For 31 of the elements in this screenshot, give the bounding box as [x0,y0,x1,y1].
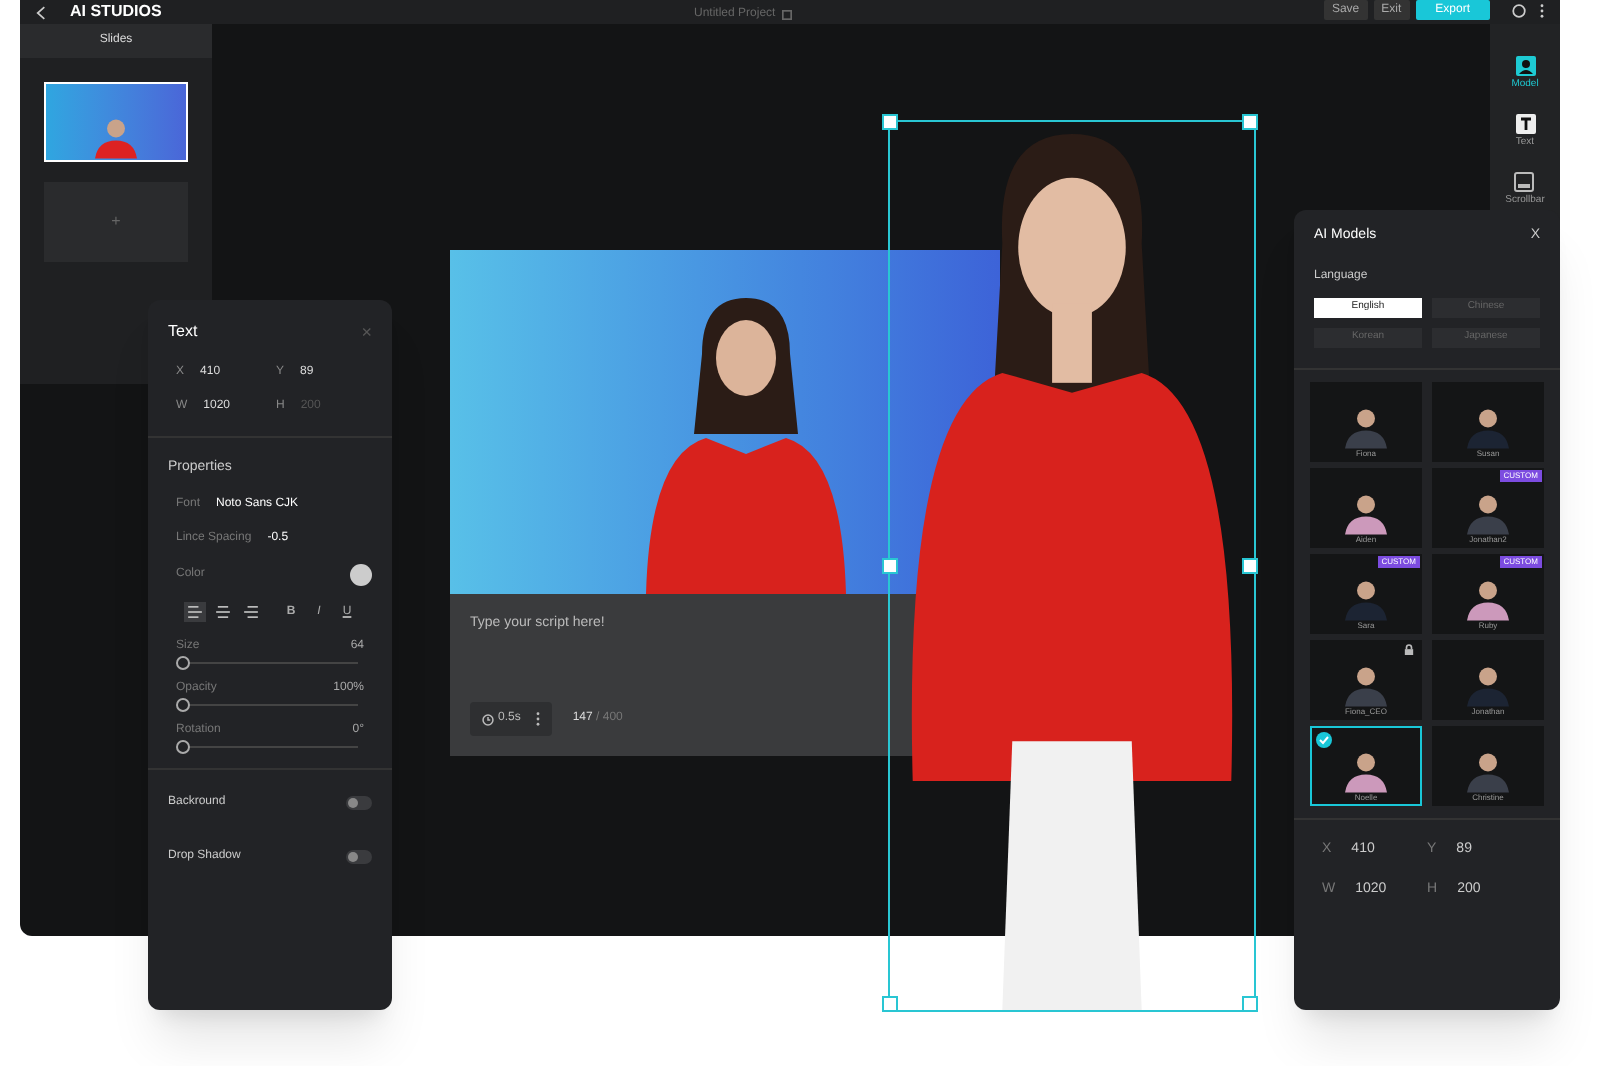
text-icon [1515,114,1535,134]
check-icon [1316,731,1332,747]
slider-thumb[interactable] [176,655,190,669]
resize-handle[interactable] [882,114,898,130]
align-button[interactable] [240,601,262,621]
align-icon [188,605,202,617]
toggle-switch[interactable] [346,849,372,863]
align-button[interactable] [212,601,234,621]
panel-title: Text [168,320,198,344]
logo: AI STUDIOS [70,4,162,20]
align-button[interactable] [184,601,206,621]
toggle-switch[interactable] [346,795,372,809]
clock-icon [482,713,494,725]
color-swatch[interactable] [350,563,372,585]
screen-icon [1514,172,1535,192]
slider-thumb[interactable] [176,739,190,753]
resize-handle[interactable] [1242,558,1258,574]
align-icon [244,605,258,617]
slider-thumb[interactable] [176,697,190,711]
resize-handle[interactable] [882,996,898,1012]
slide-thumbnail[interactable] [44,82,188,162]
more-icon[interactable] [536,712,541,726]
align-icon [216,605,230,617]
resize-handle[interactable] [882,558,898,574]
resize-handle[interactable] [1242,996,1258,1012]
back-icon[interactable] [36,5,46,19]
edit-icon[interactable] [781,9,792,19]
resize-handle[interactable] [1242,114,1258,130]
help-icon[interactable] [1511,3,1526,17]
person-icon [1515,56,1535,76]
more-icon[interactable] [1539,3,1544,17]
